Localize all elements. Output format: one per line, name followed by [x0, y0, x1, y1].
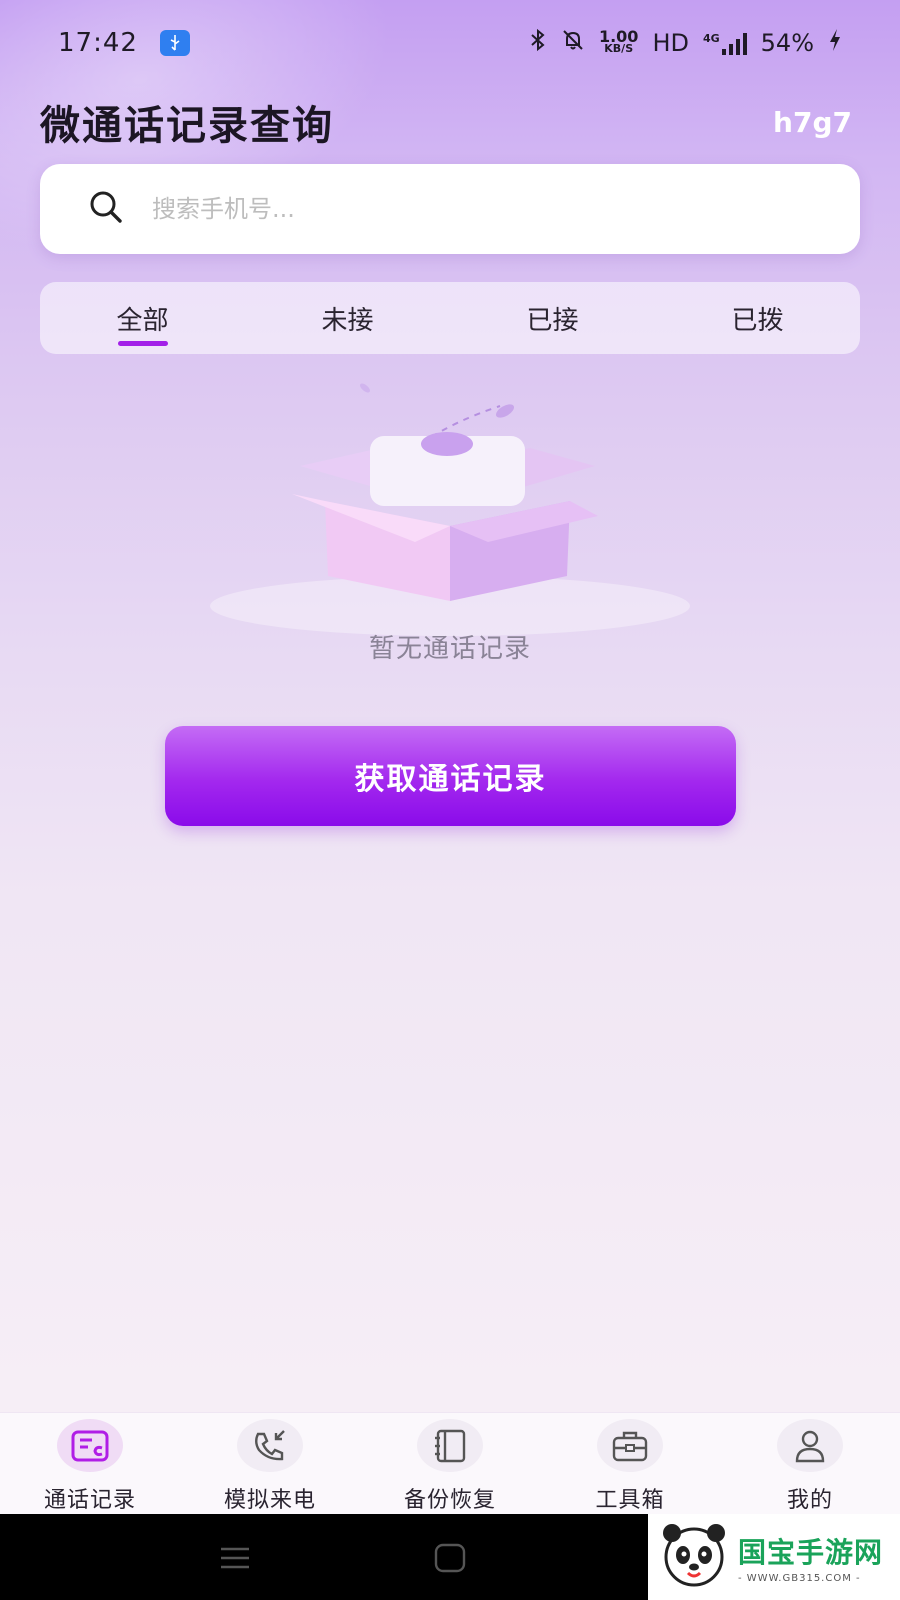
filter-tabs: 全部 未接 已接 已拨: [40, 282, 860, 354]
search-input[interactable]: [152, 195, 752, 223]
backup-icon: [417, 1419, 483, 1472]
mute-bell-icon: [561, 28, 585, 58]
tab-missed[interactable]: 未接: [245, 282, 450, 354]
nav-label-profile: 我的: [786, 1488, 833, 1513]
page-title: 微通话记录查询: [40, 103, 334, 149]
signal-bars-icon: [721, 32, 747, 55]
bluetooth-icon: [529, 28, 547, 58]
watermark-brand: 国宝手游网: [738, 1535, 884, 1569]
user-code[interactable]: h7g7: [773, 106, 852, 139]
hd-indicator: HD: [652, 29, 689, 57]
tab-all[interactable]: 全部: [40, 282, 245, 354]
nav-item-profile[interactable]: 我的: [720, 1413, 900, 1514]
nav-item-incoming-call[interactable]: 模拟来电: [180, 1413, 360, 1514]
incoming-call-icon: [237, 1419, 303, 1472]
charging-icon: [828, 28, 842, 58]
network-type: 4G: [702, 31, 720, 45]
tab-dialed[interactable]: 已拨: [655, 282, 860, 354]
search-icon: [86, 187, 126, 231]
profile-icon: [777, 1419, 843, 1472]
nav-item-toolbox[interactable]: 工具箱: [540, 1413, 720, 1514]
battery-text: 54%: [760, 29, 814, 57]
call-log-icon: [57, 1419, 123, 1472]
search-box[interactable]: [40, 164, 860, 254]
nav-item-backup[interactable]: 备份恢复: [360, 1413, 540, 1514]
watermark-url: - WWW.GB315.COM -: [738, 1572, 861, 1584]
toolbox-icon: [597, 1419, 663, 1472]
nav-item-call-log[interactable]: 通话记录: [0, 1413, 180, 1514]
app-header: 微通话记录查询 h7g7: [40, 92, 852, 152]
signal-indicator: 4G: [703, 32, 747, 55]
empty-box-illustration: [210, 383, 690, 636]
nav-label-call-log: 通话记录: [43, 1488, 136, 1513]
nav-label-toolbox: 工具箱: [595, 1488, 665, 1513]
net-speed-unit: KB/S: [604, 42, 634, 55]
home-icon[interactable]: [434, 1543, 466, 1577]
menu-icon[interactable]: [219, 1546, 251, 1574]
nav-label-backup: 备份恢复: [403, 1488, 496, 1513]
bottom-nav: 通话记录 模拟来电 备份恢复 工具箱 我的: [0, 1412, 900, 1514]
empty-state-message: 暂无通话记录: [368, 634, 531, 664]
net-speed: 1.00 KB/S: [599, 29, 638, 55]
fetch-call-log-button[interactable]: 获取通话记录: [165, 726, 736, 826]
status-time: 17:42: [58, 28, 138, 58]
panda-logo-icon: [658, 1519, 730, 1595]
usb-icon: [159, 30, 190, 56]
status-bar: 17:42 1.00 KB/S HD 4G 54%: [0, 0, 900, 86]
nav-label-incoming-call: 模拟来电: [223, 1488, 316, 1513]
watermark: 国宝手游网 - WWW.GB315.COM -: [648, 1514, 900, 1600]
tab-answered[interactable]: 已接: [450, 282, 655, 354]
